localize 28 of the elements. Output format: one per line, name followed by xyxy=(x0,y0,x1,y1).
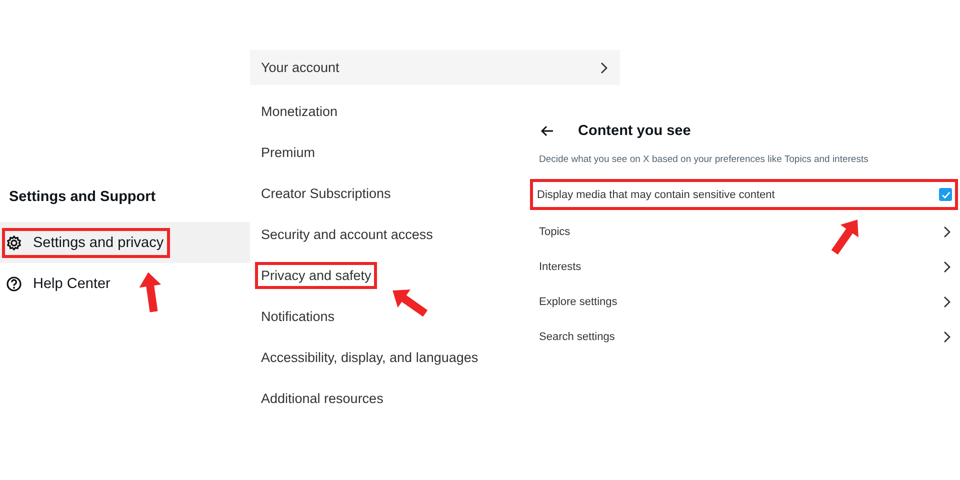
chevron-icon xyxy=(943,330,951,342)
checkbox[interactable] xyxy=(939,188,952,201)
menu-item[interactable]: Notifications xyxy=(250,296,520,337)
chevron-icon xyxy=(943,226,951,238)
section-heading: Settings and Support xyxy=(8,189,157,207)
menu-item[interactable]: Security and account access xyxy=(250,214,520,255)
menu-item[interactable]: Settings and privacy xyxy=(0,222,250,263)
help-icon xyxy=(6,276,22,292)
menu-item[interactable]: Creator Subscriptions xyxy=(250,173,520,214)
menu-item[interactable]: Accessibility, display, and languages xyxy=(250,337,520,378)
menu-item[interactable]: Your account xyxy=(250,50,620,85)
gear-icon xyxy=(6,234,22,250)
menu-item[interactable]: Premium xyxy=(250,132,520,173)
chevron-icon xyxy=(943,260,951,272)
menu-item[interactable]: Search settings xyxy=(530,319,960,354)
page-title: Content you see xyxy=(578,123,691,139)
menu-item[interactable]: Monetization xyxy=(250,91,520,132)
description: Decide what you see on X based on your preferences like Topics and interests xyxy=(538,153,870,167)
setting-label: Display media that may contain sensitive content xyxy=(537,188,775,200)
menu-item[interactable]: Topics xyxy=(530,214,960,249)
chevron-icon xyxy=(943,296,951,308)
menu-item[interactable]: Interests xyxy=(530,249,960,284)
menu-item[interactable]: Help Center xyxy=(0,263,250,304)
menu-item[interactable]: Additional resources xyxy=(250,378,520,419)
menu-item[interactable]: Explore settings xyxy=(530,284,960,319)
chevron-icon xyxy=(600,62,608,74)
menu-item[interactable]: Privacy and safety xyxy=(250,255,520,296)
back-icon xyxy=(540,125,554,137)
